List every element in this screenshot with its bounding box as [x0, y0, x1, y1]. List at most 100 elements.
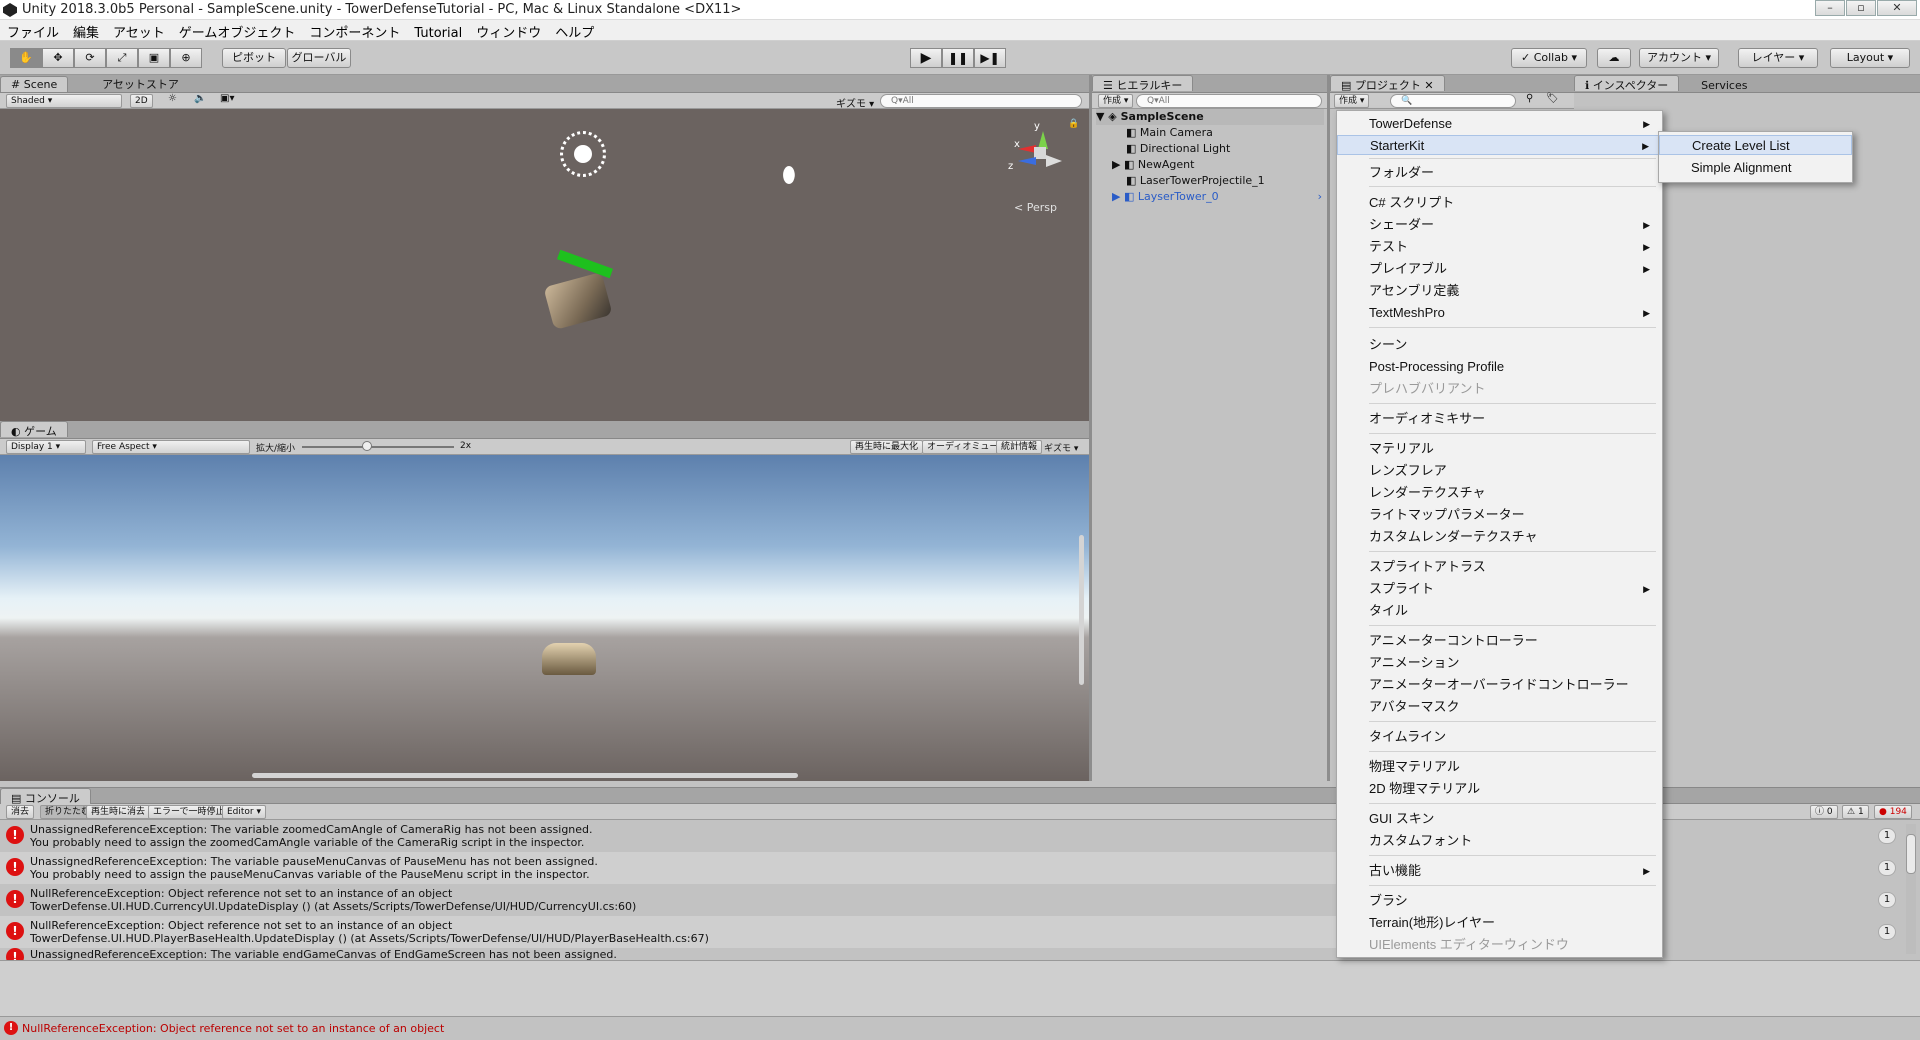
menu-item-brush[interactable]: ブラシ	[1337, 891, 1662, 911]
hierarchy-item-directional-light[interactable]: ◧ Directional Light	[1126, 141, 1230, 157]
console-clear-on-play-toggle[interactable]: 再生時に消去	[86, 805, 151, 819]
minimize-button[interactable]: –	[1815, 0, 1845, 16]
menu-component[interactable]: コンポーネント	[302, 20, 407, 41]
console-warn-filter[interactable]: ⚠ 1	[1842, 805, 1869, 819]
console-row[interactable]: ! UnassignedReferenceException: The vari…	[0, 948, 1336, 960]
hierarchy-search-input[interactable]: Q▾All	[1136, 94, 1322, 108]
menu-file[interactable]: ファイル	[0, 20, 66, 41]
menu-help[interactable]: ヘルプ	[548, 20, 601, 41]
menu-item-audio-mixer[interactable]: オーディオミキサー	[1337, 409, 1662, 429]
menu-item-material[interactable]: マテリアル	[1337, 439, 1662, 459]
layers-dropdown[interactable]: レイヤー ▾	[1738, 48, 1818, 68]
menu-item-terrain-layer[interactable]: Terrain(地形)レイヤー	[1337, 913, 1662, 933]
pause-button[interactable]: ❚❚	[942, 48, 974, 68]
menu-item-custom-render-texture[interactable]: カスタムレンダーテクスチャ	[1337, 527, 1662, 547]
expand-arrow-icon[interactable]: ▶	[1112, 190, 1120, 203]
menu-item-gui-skin[interactable]: GUI スキン	[1337, 809, 1662, 829]
rotate-tool-button[interactable]: ⟳	[74, 48, 106, 68]
game-horizontal-scrollbar[interactable]	[252, 773, 798, 778]
expand-arrow-icon[interactable]: ▶	[1112, 158, 1120, 171]
menu-item-textmeshpro[interactable]: TextMeshPro ▶	[1337, 303, 1662, 323]
console-row[interactable]: ! NullReferenceException: Object referen…	[0, 884, 1336, 916]
console-info-filter[interactable]: ⓘ 0	[1810, 805, 1838, 819]
menu-item-lightmap-parameters[interactable]: ライトマップパラメーター	[1337, 505, 1662, 525]
status-bar[interactable]: ! NullReferenceException: Object referen…	[0, 1016, 1920, 1040]
directional-light-icon[interactable]	[560, 131, 606, 177]
game-gizmos-dropdown[interactable]: ギズモ ▾	[1044, 441, 1078, 454]
audio-icon[interactable]: 🔈	[194, 93, 206, 104]
menu-item-lens-flare[interactable]: レンズフレア	[1337, 461, 1662, 481]
menu-item-physic-material[interactable]: 物理マテリアル	[1337, 757, 1662, 777]
menu-item-tile[interactable]: タイル	[1337, 601, 1662, 621]
persp-label[interactable]: < Persp	[1014, 201, 1057, 214]
console-row[interactable]: ! NullReferenceException: Object referen…	[0, 916, 1336, 948]
menu-item-animator-controller[interactable]: アニメーターコントローラー	[1337, 631, 1662, 651]
menu-item-post-processing-profile[interactable]: Post-Processing Profile	[1337, 357, 1662, 377]
menu-window[interactable]: ウィンドウ	[469, 20, 548, 41]
scale-slider-thumb[interactable]	[362, 441, 372, 451]
orientation-gizmo[interactable]: y x z	[1008, 121, 1066, 181]
console-row[interactable]: ! UnassignedReferenceException: The vari…	[0, 852, 1336, 884]
menu-item-towerdefense[interactable]: TowerDefense ▶	[1337, 114, 1662, 134]
pivot-toggle[interactable]: ピボット	[222, 48, 286, 68]
menu-item-simple-alignment[interactable]: Simple Alignment	[1659, 158, 1852, 178]
scene-search-input[interactable]: Q▾All	[880, 94, 1082, 108]
global-toggle[interactable]: グローバル	[287, 48, 351, 68]
scene-lock-icon[interactable]: 🔒	[1068, 119, 1079, 129]
neg-x-cone[interactable]	[1046, 155, 1062, 167]
console-row[interactable]: ! UnassignedReferenceException: The vari…	[0, 820, 1336, 852]
menu-item-folder[interactable]: フォルダー	[1337, 163, 1662, 183]
console-detail-pane[interactable]	[0, 960, 1920, 1016]
console-error-pause-toggle[interactable]: エラーで一時停止	[148, 805, 230, 819]
cloud-icon[interactable]: ☁	[1597, 48, 1631, 68]
tab-inspector[interactable]: ℹ インスペクター	[1574, 75, 1680, 92]
chevron-right-icon[interactable]: ›	[1318, 189, 1322, 205]
menu-item-create-level-list[interactable]: Create Level List	[1659, 135, 1852, 155]
menu-item-custom-font[interactable]: カスタムフォント	[1337, 831, 1662, 851]
close-button[interactable]: ✕	[1877, 0, 1917, 16]
tab-scene[interactable]: # Scene	[0, 76, 69, 92]
z-axis-cone[interactable]	[1018, 157, 1036, 165]
account-dropdown[interactable]: アカウント ▾	[1639, 48, 1719, 68]
tab-services[interactable]: Services	[1691, 78, 1757, 94]
tab-console[interactable]: ▤ コンソール	[0, 788, 91, 805]
camera-icon[interactable]: ⬮	[782, 163, 796, 188]
game-view[interactable]	[0, 455, 1089, 781]
tab-asset-store[interactable]: アセットストア	[92, 75, 189, 91]
filter-by-type-icon[interactable]: ⚲	[1526, 93, 1533, 104]
menu-item-playables[interactable]: プレイアブル ▶	[1337, 259, 1662, 279]
console-scrollbar[interactable]	[1906, 824, 1916, 954]
project-create-dropdown[interactable]: 作成 ▾	[1334, 94, 1370, 108]
menu-edit[interactable]: 編集	[66, 20, 106, 41]
filter-by-label-icon[interactable]: 🏷	[1546, 93, 1559, 104]
maximize-on-play-button[interactable]: 再生時に最大化	[850, 440, 924, 454]
tab-hierarchy[interactable]: ☰ ヒエラルキー	[1092, 75, 1194, 92]
move-tool-button[interactable]: ✥	[42, 48, 74, 68]
menu-item-sprites[interactable]: スプライト ▶	[1337, 579, 1662, 599]
menu-item-render-texture[interactable]: レンダーテクスチャ	[1337, 483, 1662, 503]
project-search-input[interactable]: 🔍	[1390, 94, 1516, 108]
stats-button[interactable]: 統計情報	[996, 440, 1043, 454]
menu-item-shader[interactable]: シェーダー ▶	[1337, 215, 1662, 235]
maximize-button[interactable]: ▫	[1846, 0, 1876, 16]
display-dropdown[interactable]: Display 1 ▾	[6, 440, 86, 454]
hand-tool-button[interactable]: ✋	[10, 48, 42, 68]
play-button[interactable]: ▶	[910, 48, 942, 68]
rect-tool-button[interactable]: ▣	[138, 48, 170, 68]
menu-tutorial[interactable]: Tutorial	[407, 24, 469, 41]
tab-game[interactable]: ◐ ゲーム	[0, 421, 68, 438]
scene-root-row[interactable]: ▼ ◈ SampleScene	[1096, 109, 1324, 125]
menu-item-animation[interactable]: アニメーション	[1337, 653, 1662, 673]
scale-tool-button[interactable]: ⤢	[106, 48, 138, 68]
hierarchy-create-dropdown[interactable]: 作成 ▾	[1098, 94, 1134, 108]
lighting-icon[interactable]: ☼	[168, 93, 177, 104]
menu-item-avatar-mask[interactable]: アバターマスク	[1337, 697, 1662, 717]
scene-gizmos-dropdown[interactable]: ギズモ ▾	[836, 95, 874, 110]
2d-toggle[interactable]: 2D	[130, 94, 153, 108]
hierarchy-item-newagent[interactable]: ▶ ◧ NewAgent	[1112, 157, 1194, 173]
menu-item-scene[interactable]: シーン	[1337, 335, 1662, 355]
hierarchy-item-layser-tower[interactable]: ▶ ◧ LayserTower_0 ›	[1112, 189, 1322, 205]
menu-item-animator-override-controller[interactable]: アニメーターオーバーライドコントローラー	[1337, 675, 1662, 695]
collab-dropdown[interactable]: ✓ Collab ▾	[1511, 48, 1587, 68]
scale-slider-track[interactable]	[302, 446, 454, 448]
